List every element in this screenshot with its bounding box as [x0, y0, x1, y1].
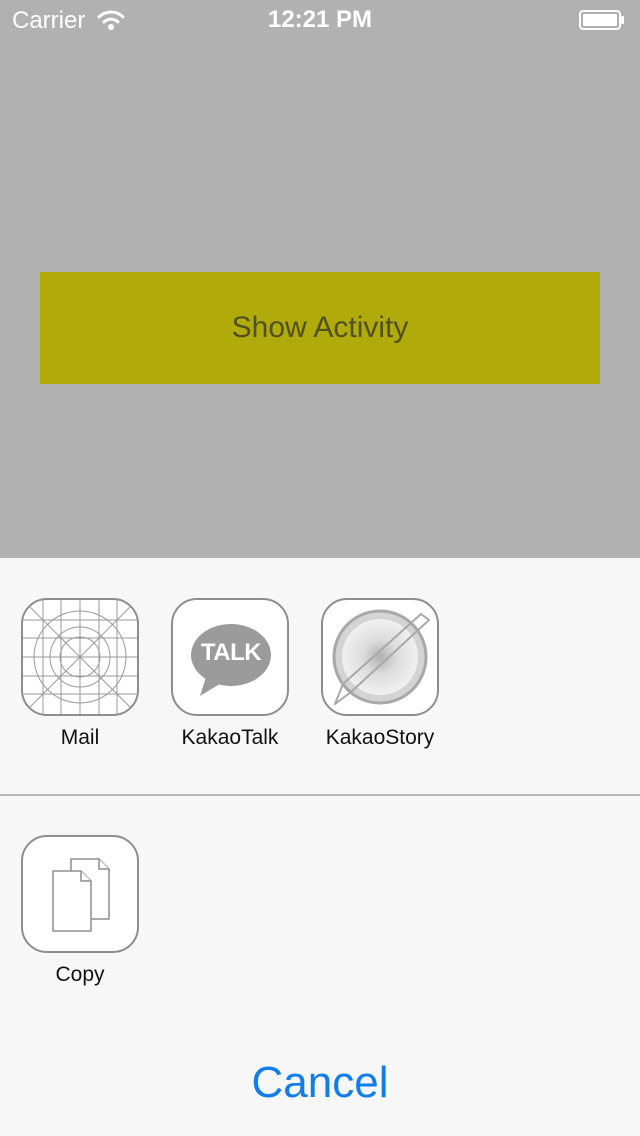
copy-icon — [21, 835, 139, 953]
kakaotalk-label: KakaoTalk — [181, 726, 279, 749]
kakaostory-icon — [321, 598, 439, 716]
status-bar: Carrier 12:21 PM — [0, 0, 640, 40]
kakaotalk-logo-text: TALK — [200, 639, 262, 666]
activity-sheet: Mail TALK KakaoTalk KakaoStory Copy Canc… — [0, 558, 640, 1136]
kakaostory-activity[interactable]: KakaoStory — [305, 598, 455, 750]
show-activity-button[interactable]: Show Activity — [40, 272, 600, 384]
mail-activity[interactable]: Mail — [5, 598, 155, 750]
copy-label: Copy — [55, 963, 105, 986]
kakaostory-label: KakaoStory — [325, 726, 435, 749]
sheet-divider — [0, 794, 640, 796]
clock: 12:21 PM — [267, 6, 373, 33]
kakaotalk-icon: TALK — [171, 598, 289, 716]
cancel-button[interactable]: Cancel — [0, 1038, 640, 1128]
mail-label: Mail — [60, 726, 100, 749]
copy-activity[interactable]: Copy — [5, 835, 155, 987]
battery-icon — [579, 10, 624, 30]
kakaotalk-activity[interactable]: TALK KakaoTalk — [155, 598, 305, 750]
mail-placeholder-icon — [21, 598, 139, 716]
